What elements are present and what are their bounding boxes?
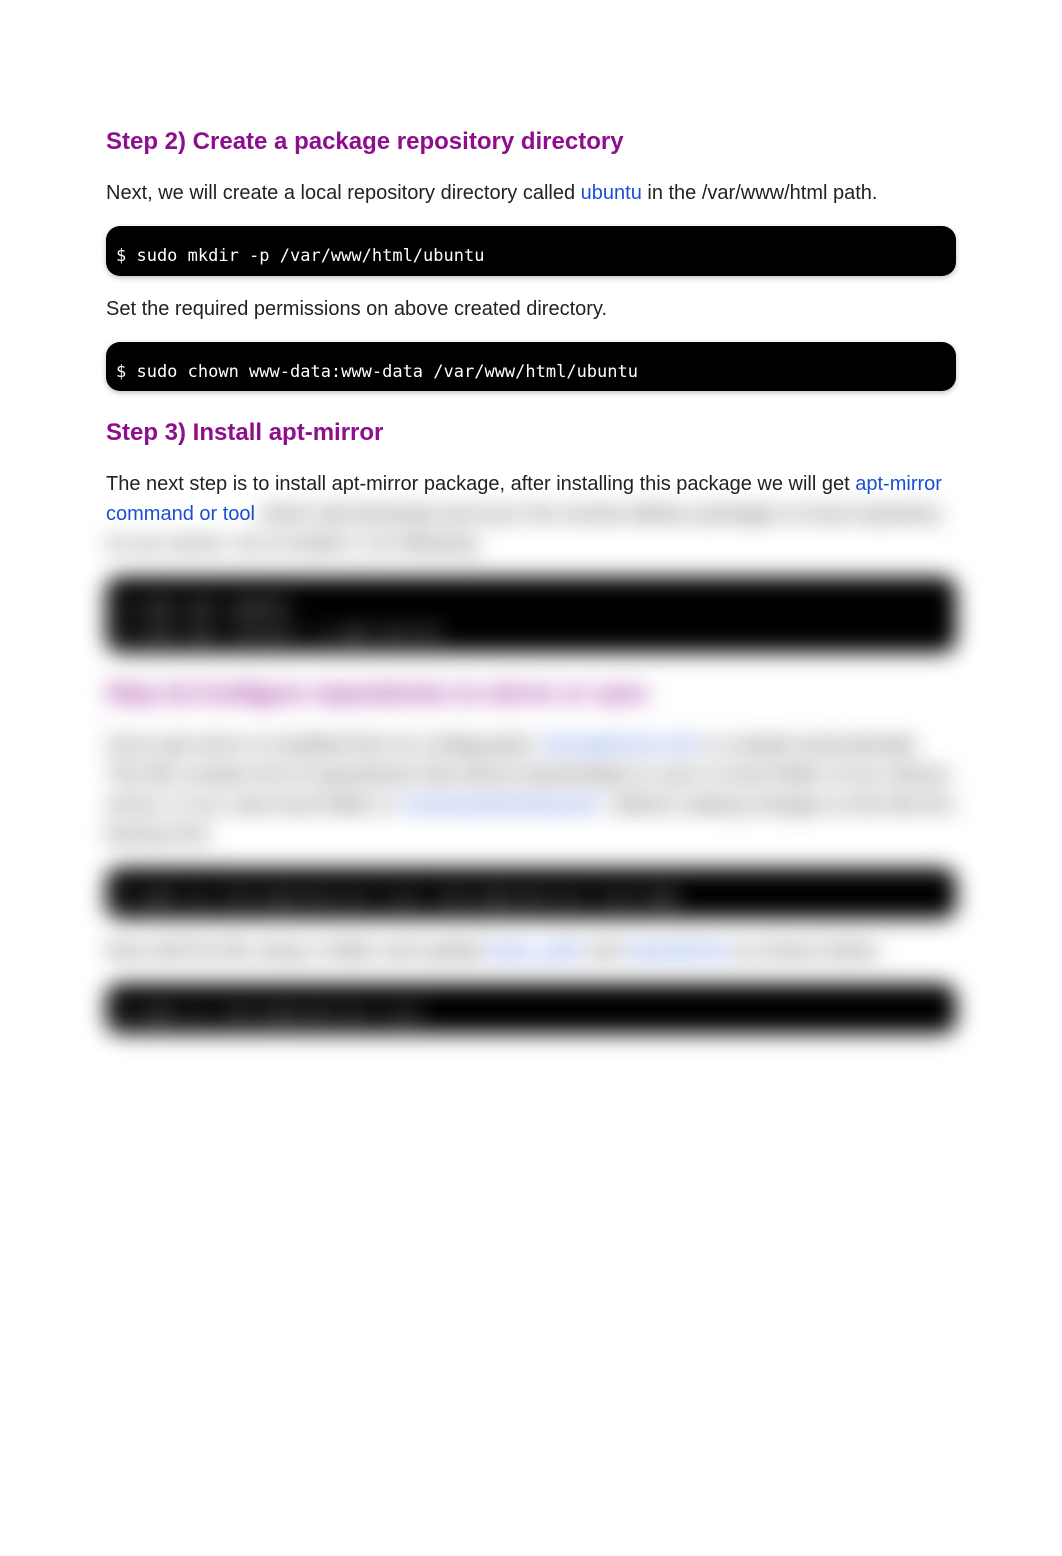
- highlight-ubuntu: ubuntu: [581, 182, 642, 204]
- text: Now edit the file using vi editor and up…: [106, 940, 488, 962]
- text: in the /var/www/html path.: [642, 182, 878, 204]
- step2-paragraph-2: Set the required permissions on above cr…: [106, 294, 956, 324]
- step4-code-1: $ sudo cp /etc/apt/mirror.list /etc/apt/…: [106, 868, 956, 918]
- text: Next, we will create a local repository …: [106, 182, 581, 204]
- step3-paragraph-1: The next step is to install apt-mirror p…: [106, 469, 956, 559]
- step2-heading: Step 2) Create a package repository dire…: [106, 124, 956, 160]
- text: The next step is to install apt-mirror p…: [106, 473, 855, 495]
- text: as shown below.: [730, 940, 882, 962]
- step3-code-1: $ sudo apt update $ sudo apt install -y …: [106, 577, 956, 652]
- highlight-local-folder: '/var/www/html/ubuntu/': [398, 794, 604, 816]
- text: Once apt-mirror is installed then its co…: [106, 734, 541, 756]
- step2-code-1: $ sudo mkdir -p /var/www/html/ubuntu: [106, 226, 956, 276]
- step2-code-2: $ sudo chown www-data:www-data /var/www/…: [106, 342, 956, 392]
- step2-paragraph-1: Next, we will create a local repository …: [106, 178, 956, 208]
- highlight-mirror-list: '/etc/apt/mirror.list': [541, 734, 701, 756]
- step4-heading: Step 4) Configure repositories to mirror…: [106, 676, 956, 712]
- highlight-base-path: base_path: [488, 940, 581, 962]
- step4-paragraph-2: Now edit the file using vi editor and up…: [106, 936, 956, 966]
- step4-paragraph-1: Once apt-mirror is installed then its co…: [106, 730, 956, 850]
- step3-heading: Step 3) Install apt-mirror: [106, 415, 956, 451]
- highlight-repositories: repositories: [626, 940, 729, 962]
- text: and: [582, 940, 626, 962]
- step4-code-2: $ sudo vi /etc/apt/mirror.list: [106, 984, 956, 1034]
